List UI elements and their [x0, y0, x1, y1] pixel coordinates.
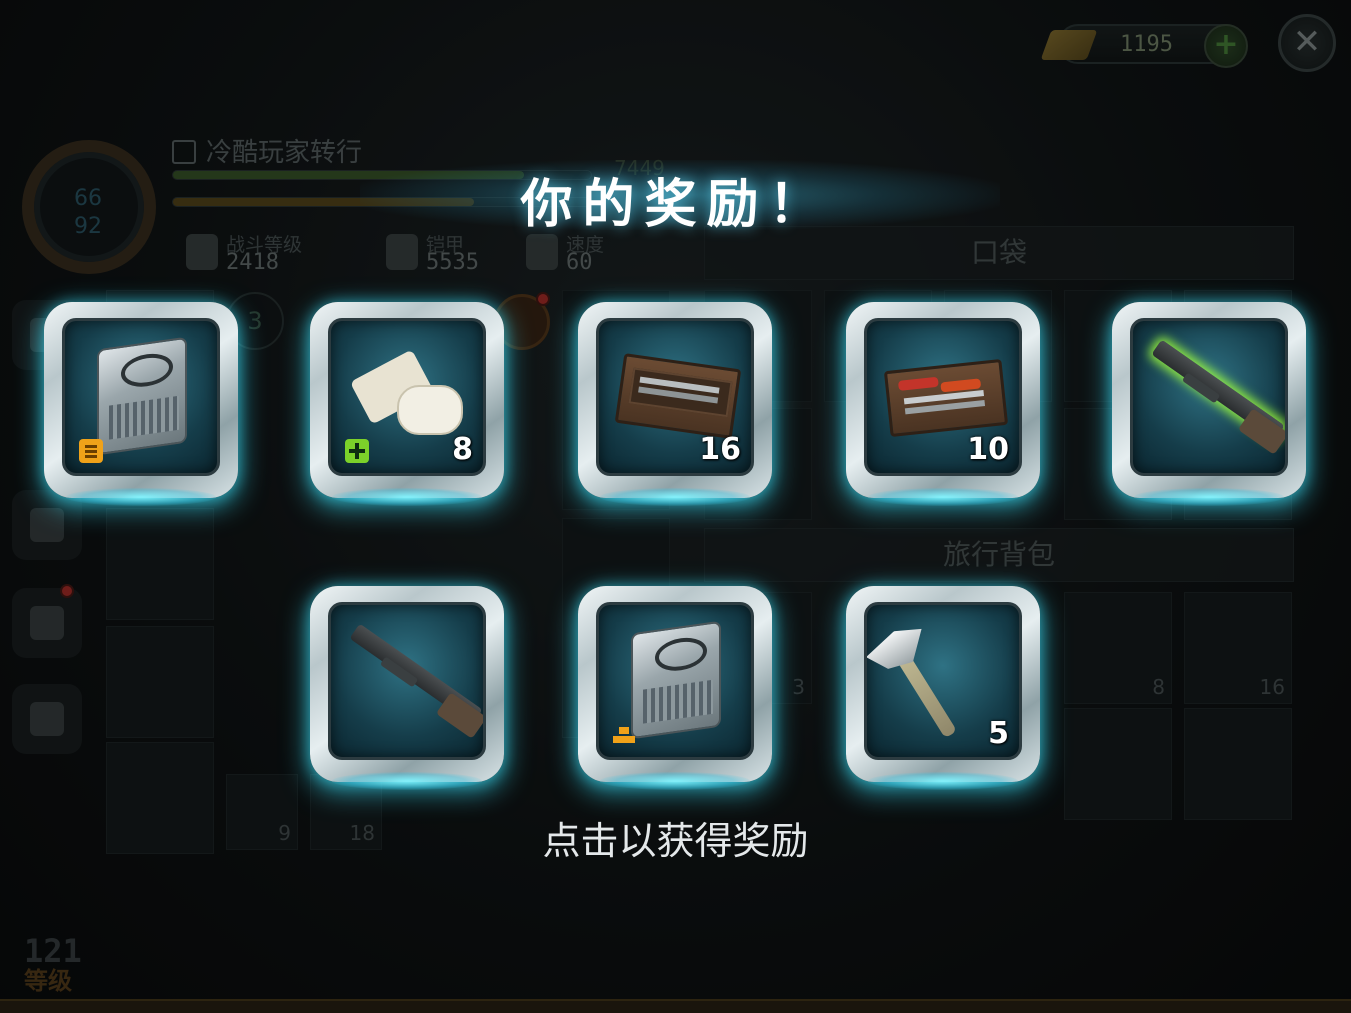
item-count: 16 — [699, 432, 741, 467]
gold-badge-icon — [613, 723, 637, 747]
item-count: 5 — [988, 716, 1009, 751]
metal-crate-icon — [97, 336, 187, 456]
bandage-icon — [357, 355, 463, 435]
metal-crate-icon — [631, 620, 721, 740]
reward-title: 你的奖励！ — [520, 175, 831, 235]
reward-tile[interactable]: 5 — [846, 586, 1040, 790]
reward-tile[interactable] — [310, 586, 504, 790]
reward-tile[interactable] — [578, 586, 772, 790]
reward-tile[interactable]: 10 — [846, 302, 1040, 506]
armor-badge-icon — [79, 439, 103, 463]
toolbox-open-icon — [883, 359, 1009, 437]
tap-to-claim-text[interactable]: 点击以获得奖励 — [0, 810, 1351, 865]
shotgun-icon — [349, 623, 483, 725]
medical-badge-icon — [345, 439, 369, 463]
toolbox-icon — [614, 353, 742, 439]
shotgun-icon — [1151, 339, 1285, 441]
reward-tile[interactable]: 16 — [578, 302, 772, 506]
reward-tile[interactable] — [1112, 302, 1306, 506]
reward-tile[interactable]: 8 — [310, 302, 504, 506]
item-count: 10 — [967, 432, 1009, 467]
reward-tile[interactable] — [44, 302, 238, 506]
hatchet-icon — [886, 637, 958, 739]
item-count: 8 — [452, 432, 473, 467]
